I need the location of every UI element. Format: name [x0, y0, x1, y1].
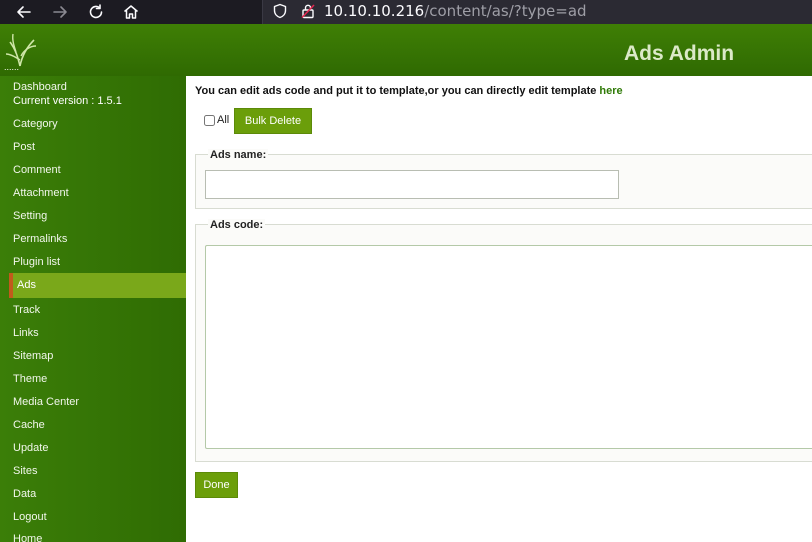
url-bar[interactable]: 10.10.10.216/content/as/?type=ad — [262, 0, 812, 24]
sidebar-item-update[interactable]: Update — [13, 442, 48, 454]
select-all[interactable]: All — [204, 114, 229, 126]
select-all-label: All — [217, 114, 230, 126]
sidebar-item-setting[interactable]: Setting — [13, 210, 47, 222]
ads-name-legend: Ads name: — [208, 149, 269, 161]
current-version-label: Current version : 1.5.1 — [13, 95, 122, 107]
select-all-checkbox[interactable] — [204, 114, 215, 126]
sidebar-item-permalinks[interactable]: Permalinks — [13, 233, 67, 245]
sidebar-item-ads[interactable]: Ads — [9, 273, 186, 298]
forward-arrow-icon[interactable] — [49, 1, 71, 23]
insecure-lock-icon[interactable] — [299, 2, 317, 20]
sidebar-item-label: Ads — [17, 279, 36, 291]
sidebar-item-media-center[interactable]: Media Center — [13, 396, 79, 408]
intro-text: You can edit ads code and put it to temp… — [195, 85, 623, 97]
main-content: You can edit ads code and put it to temp… — [186, 76, 812, 542]
sidebar-item-dashboard[interactable]: Dashboard — [13, 81, 67, 93]
template-link[interactable]: here — [599, 85, 622, 97]
logo-dots: ...... — [4, 62, 20, 72]
sidebar-item-comment[interactable]: Comment — [13, 164, 61, 176]
sidebar-item-category[interactable]: Category — [13, 118, 58, 130]
intro-message: You can edit ads code and put it to temp… — [195, 85, 600, 97]
url-host: 10.10.10.216 — [324, 2, 425, 20]
ads-code-legend: Ads code: — [208, 219, 266, 231]
sidebar-item-theme[interactable]: Theme — [13, 373, 47, 385]
sidebar-item-sites[interactable]: Sites — [13, 465, 37, 477]
sidebar-item-cache[interactable]: Cache — [13, 419, 45, 431]
page-title: Ads Admin — [624, 42, 735, 65]
done-button[interactable]: Done — [195, 472, 238, 498]
sidebar-item-attachment[interactable]: Attachment — [13, 187, 69, 199]
bulk-delete-button[interactable]: Bulk Delete — [234, 108, 312, 134]
shield-icon[interactable] — [271, 2, 289, 20]
sidebar-item-track[interactable]: Track — [13, 304, 40, 316]
sidebar-item-post[interactable]: Post — [13, 141, 35, 153]
reload-icon[interactable] — [85, 1, 107, 23]
sidebar-item-links[interactable]: Links — [13, 327, 39, 339]
url-path: /content/as/?type=ad — [424, 2, 587, 20]
sidebar-item-sitemap[interactable]: Sitemap — [13, 350, 53, 362]
sidebar-item-plugin-list[interactable]: Plugin list — [13, 256, 60, 268]
back-arrow-icon[interactable] — [13, 1, 35, 23]
home-icon[interactable] — [120, 1, 142, 23]
sidebar-item-logout[interactable]: Logout — [13, 511, 47, 523]
sidebar-item-data[interactable]: Data — [13, 488, 36, 500]
sidebar-item-home[interactable]: Home — [13, 533, 42, 542]
ads-code-textarea[interactable] — [205, 245, 812, 449]
browser-toolbar: 10.10.10.216/content/as/?type=ad — [0, 0, 812, 24]
url-text: 10.10.10.216/content/as/?type=ad — [324, 2, 587, 20]
ads-name-input[interactable] — [205, 170, 619, 199]
